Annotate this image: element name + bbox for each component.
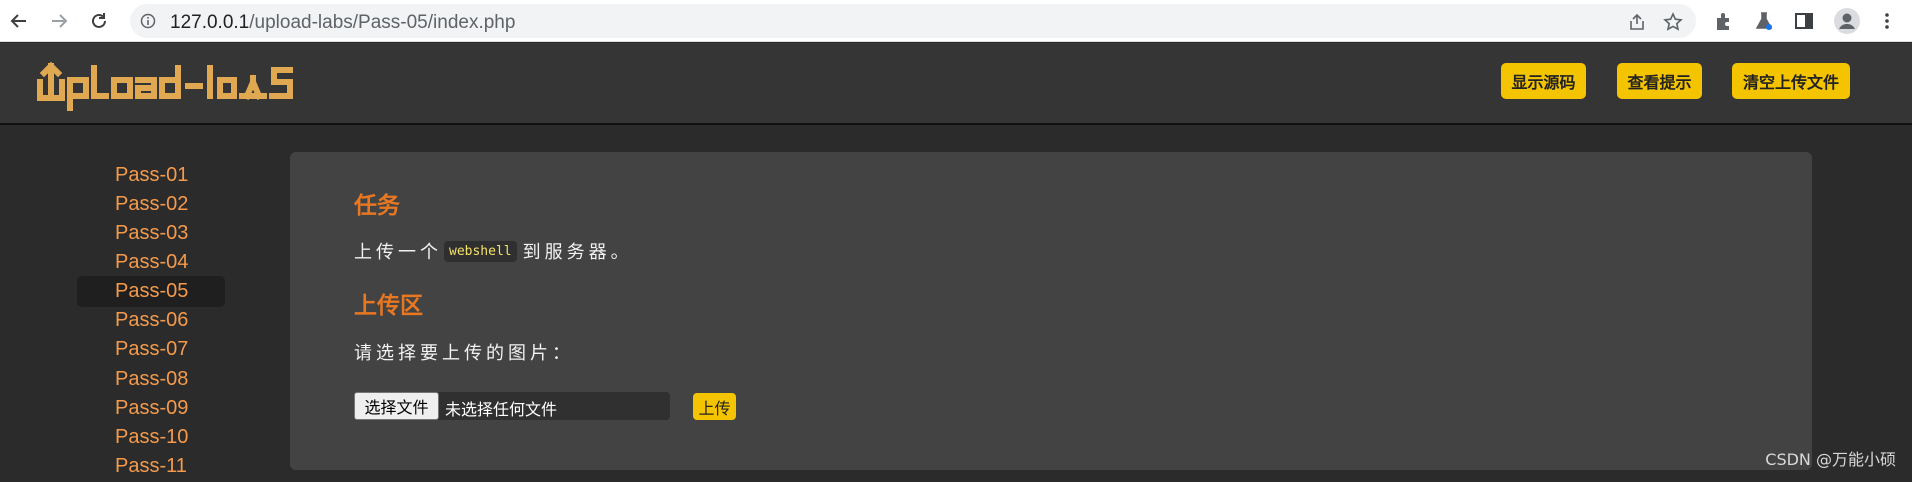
- upload-labs-logo[interactable]: [36, 60, 326, 112]
- choose-file-button[interactable]: 选择文件: [354, 392, 439, 420]
- clear-uploads-button[interactable]: 清空上传文件: [1732, 63, 1850, 99]
- site-header: 显示源码 查看提示 清空上传文件: [0, 43, 1912, 125]
- webshell-code: webshell: [444, 240, 517, 262]
- csdn-watermark: CSDN @万能小硕: [1765, 450, 1896, 469]
- pass-sidebar: Pass-01 Pass-02 Pass-03 Pass-04 Pass-05 …: [0, 127, 290, 477]
- sidebar-item-pass-10[interactable]: Pass-10: [77, 422, 225, 453]
- site-info-icon[interactable]: [140, 13, 156, 29]
- view-hint-button[interactable]: 查看提示: [1617, 63, 1702, 99]
- sidebar-item-pass-06[interactable]: Pass-06: [77, 305, 225, 336]
- sidebar-item-pass-04[interactable]: Pass-04: [77, 247, 225, 278]
- forward-icon[interactable]: [46, 8, 72, 34]
- side-panel-icon[interactable]: [1793, 10, 1815, 32]
- main-panel: 任务 上传一个 webshell 到服务器。 上传区 请选择要上传的图片： 选择…: [290, 152, 1812, 470]
- upload-area-title: 上传区: [354, 293, 423, 319]
- extensions-icon[interactable]: [1713, 10, 1735, 32]
- share-icon[interactable]: [1627, 12, 1647, 32]
- sidebar-item-pass-05[interactable]: Pass-05: [77, 276, 225, 307]
- sidebar-item-pass-09[interactable]: Pass-09: [77, 393, 225, 424]
- no-file-selected-text: 未选择任何文件: [445, 400, 558, 419]
- sidebar-item-pass-07[interactable]: Pass-07: [77, 334, 225, 365]
- file-input[interactable]: 选择文件 未选择任何文件: [354, 392, 670, 420]
- back-icon[interactable]: [6, 8, 32, 34]
- sidebar-item-pass-02[interactable]: Pass-02: [77, 189, 225, 220]
- browser-menu-icon[interactable]: [1876, 10, 1898, 32]
- sidebar-item-pass-08[interactable]: Pass-08: [77, 364, 225, 395]
- task-suffix: 到服务器。: [522, 242, 633, 263]
- url-path: /upload-labs/Pass-05/index.php: [249, 12, 516, 33]
- url-text: 127.0.0.1/upload-labs/Pass-05/index.php: [170, 12, 515, 34]
- sidebar-item-pass-11[interactable]: Pass-11: [77, 451, 225, 482]
- upload-button[interactable]: 上传: [693, 393, 736, 420]
- profile-avatar-icon[interactable]: [1833, 7, 1861, 35]
- task-title: 任务: [354, 193, 400, 219]
- reload-icon[interactable]: [86, 8, 112, 34]
- sidebar-item-pass-01[interactable]: Pass-01: [77, 160, 225, 191]
- select-image-prompt: 请选择要上传的图片：: [354, 343, 574, 364]
- labs-flask-icon[interactable]: [1753, 10, 1775, 32]
- bookmark-star-icon[interactable]: [1663, 12, 1683, 32]
- task-description: 上传一个 webshell 到服务器。: [354, 238, 633, 264]
- sidebar-item-pass-03[interactable]: Pass-03: [77, 218, 225, 249]
- browser-toolbar: 127.0.0.1/upload-labs/Pass-05/index.php: [0, 0, 1912, 42]
- show-source-button[interactable]: 显示源码: [1501, 63, 1586, 99]
- address-bar[interactable]: 127.0.0.1/upload-labs/Pass-05/index.php: [130, 4, 1696, 38]
- task-prefix: 上传一个: [354, 242, 442, 263]
- url-host: 127.0.0.1: [170, 12, 250, 33]
